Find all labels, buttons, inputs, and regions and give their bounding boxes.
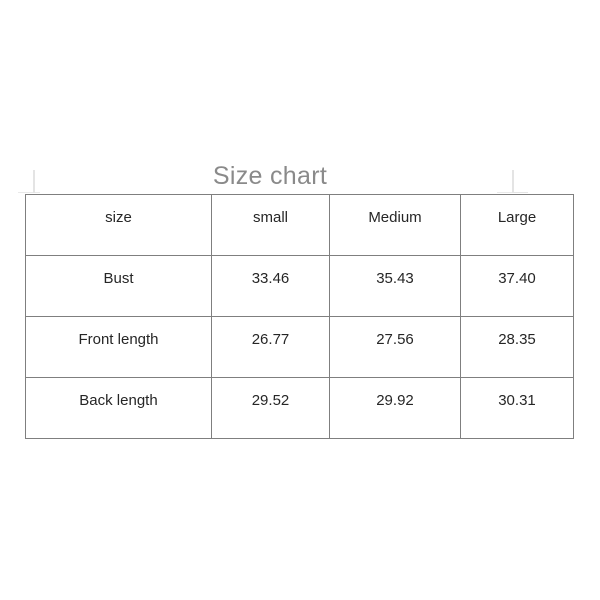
header-cell-size: size bbox=[25, 194, 212, 256]
value-small: 29.52 bbox=[251, 392, 290, 409]
header-cell-large: Large bbox=[460, 194, 574, 256]
value-large: 37.40 bbox=[498, 270, 536, 287]
row-label-cell: Back length bbox=[25, 377, 212, 439]
value-small: 33.46 bbox=[251, 270, 290, 287]
table-header-row: size small Medium Large bbox=[25, 194, 574, 256]
header-label-large: Large bbox=[497, 209, 537, 226]
row-label: Bust bbox=[103, 270, 134, 287]
table-row: Front length 26.77 27.56 28.35 bbox=[25, 316, 574, 378]
row-value-large: 37.40 bbox=[460, 255, 574, 317]
value-large: 30.31 bbox=[498, 392, 536, 409]
value-large: 28.35 bbox=[498, 331, 536, 348]
row-value-large: 28.35 bbox=[460, 316, 574, 378]
row-value-small: 29.52 bbox=[211, 377, 330, 439]
row-value-medium: 29.92 bbox=[329, 377, 461, 439]
row-value-medium: 35.43 bbox=[329, 255, 461, 317]
header-label-medium: Medium bbox=[368, 209, 422, 226]
table-row: Bust 33.46 35.43 37.40 bbox=[25, 255, 574, 317]
crop-mark-foot-right bbox=[512, 192, 528, 193]
header-cell-small: small bbox=[211, 194, 330, 256]
header-label-size: size bbox=[105, 209, 132, 226]
value-small: 26.77 bbox=[251, 331, 290, 348]
row-label-cell: Bust bbox=[25, 255, 212, 317]
crop-mark-tick-left bbox=[33, 170, 35, 193]
row-label: Back length bbox=[79, 392, 158, 409]
page-title: Size chart bbox=[212, 162, 328, 190]
size-chart-canvas: Size chart size small Medium Large Bust … bbox=[0, 0, 600, 600]
row-value-small: 33.46 bbox=[211, 255, 330, 317]
value-medium: 29.92 bbox=[376, 392, 414, 409]
header-label-small: small bbox=[252, 209, 288, 226]
row-label-cell: Front length bbox=[25, 316, 212, 378]
row-value-medium: 27.56 bbox=[329, 316, 461, 378]
crop-mark-tick-right bbox=[512, 170, 514, 193]
size-chart-table: size small Medium Large Bust 33.46 35.43… bbox=[25, 194, 574, 439]
row-label: Front length bbox=[78, 331, 159, 348]
value-medium: 27.56 bbox=[376, 331, 414, 348]
row-value-small: 26.77 bbox=[211, 316, 330, 378]
table-row: Back length 29.52 29.92 30.31 bbox=[25, 377, 574, 439]
value-medium: 35.43 bbox=[376, 270, 414, 287]
row-value-large: 30.31 bbox=[460, 377, 574, 439]
header-cell-medium: Medium bbox=[329, 194, 461, 256]
crop-mark-rule-left bbox=[18, 192, 40, 193]
